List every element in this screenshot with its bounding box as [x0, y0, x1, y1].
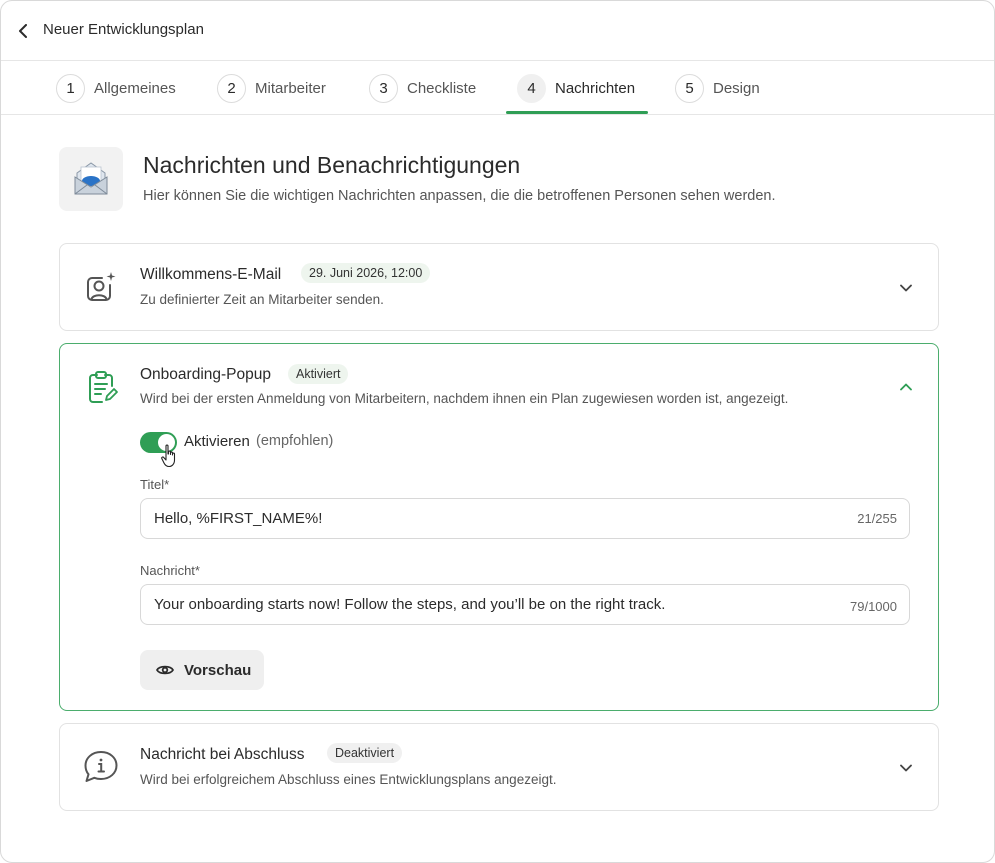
section-subtitle: Hier können Sie die wichtigen Nachrichte…: [143, 188, 776, 204]
tab-number: 2: [217, 73, 246, 103]
tab-label: Nachrichten: [555, 79, 636, 97]
card-subtitle: Wird bei erfolgreichem Abschluss eines E…: [140, 772, 557, 787]
card-icon: [82, 748, 120, 786]
back-button[interactable]: [15, 22, 31, 40]
char-counter: 21/255: [857, 511, 897, 526]
tab-label: Checkliste: [407, 79, 477, 97]
info-bubble-icon: [84, 751, 118, 782]
card-title: Willkommens-E-Mail: [140, 266, 282, 283]
tab-number: 5: [675, 73, 704, 103]
toggle-label: Aktivieren: [184, 433, 250, 450]
tab-nachrichten[interactable]: 4 Nachrichten: [517, 61, 635, 115]
toggle-hint: (empfohlen): [256, 433, 334, 449]
eye-icon: [156, 665, 174, 675]
hero-icon-box: [59, 147, 123, 211]
top-bar: Neuer Entwicklungsplan: [1, 1, 994, 61]
app-window: Neuer Entwicklungsplan 1 Allgemeines 2 M…: [0, 0, 995, 863]
tab-design[interactable]: 5 Design: [675, 61, 760, 115]
status-badge: Aktiviert: [288, 364, 349, 384]
welcome-email-card[interactable]: Willkommens-E-Mail 29. Juni 2026, 12:00 …: [59, 243, 939, 331]
tab-checkliste[interactable]: 3 Checkliste: [369, 61, 476, 115]
message-input-value: Your onboarding starts now! Follow the s…: [154, 596, 666, 613]
hand-cursor-icon: [161, 444, 176, 468]
collapse-button[interactable]: [898, 379, 914, 395]
tab-number: 4: [517, 73, 546, 103]
status-badge: Deaktiviert: [327, 743, 403, 763]
tab-label: Mitarbeiter: [255, 79, 326, 97]
card-subtitle: Zu definierter Zeit an Mitarbeiter sende…: [140, 292, 384, 307]
card-icon: [82, 368, 120, 406]
envelope-icon: [74, 162, 108, 195]
message-input[interactable]: Your onboarding starts now! Follow the s…: [140, 584, 910, 625]
tab-mitarbeiter[interactable]: 2 Mitarbeiter: [217, 61, 326, 115]
card-subtitle: Wird bei der ersten Anmeldung von Mitarb…: [140, 391, 789, 406]
section-title: Nachrichten und Benachrichtigungen: [143, 152, 521, 178]
tab-allgemeines[interactable]: 1 Allgemeines: [56, 61, 176, 115]
expand-button[interactable]: [898, 760, 914, 776]
completion-message-card[interactable]: Nachricht bei Abschluss Deaktiviert Wird…: [59, 723, 939, 811]
clipboard-edit-icon: [89, 371, 118, 403]
card-title: Nachricht bei Abschluss: [140, 746, 305, 763]
char-counter: 79/1000: [850, 599, 897, 614]
tab-number: 3: [369, 73, 398, 103]
page-title: Neuer Entwicklungsplan: [43, 21, 204, 38]
preview-button[interactable]: Vorschau: [140, 650, 264, 690]
step-tabs: 1 Allgemeines 2 Mitarbeiter 3 Checkliste…: [1, 61, 994, 115]
chevron-left-icon: [19, 24, 27, 38]
message-field-label: Nachricht*: [140, 563, 200, 578]
tab-number: 1: [56, 73, 85, 103]
card-title: Onboarding-Popup: [140, 366, 271, 383]
onboarding-popup-card: Onboarding-Popup Aktiviert Wird bei der …: [59, 343, 939, 711]
title-field-label: Titel*: [140, 477, 170, 492]
chevron-up-icon: [900, 383, 912, 391]
preview-button-label: Vorschau: [184, 661, 252, 679]
card-icon: [82, 268, 120, 306]
chevron-down-icon: [900, 284, 912, 292]
title-input[interactable]: Hello, %FIRST_NAME%! 21/255: [140, 498, 910, 539]
tab-label: Allgemeines: [94, 79, 176, 97]
user-sparkle-icon: [87, 272, 116, 301]
tab-label: Design: [713, 79, 760, 97]
title-input-value: Hello, %FIRST_NAME%!: [154, 510, 323, 527]
schedule-badge: 29. Juni 2026, 12:00: [301, 263, 431, 283]
active-tab-indicator: [506, 111, 648, 114]
expand-button[interactable]: [898, 280, 914, 296]
chevron-down-icon: [900, 764, 912, 772]
